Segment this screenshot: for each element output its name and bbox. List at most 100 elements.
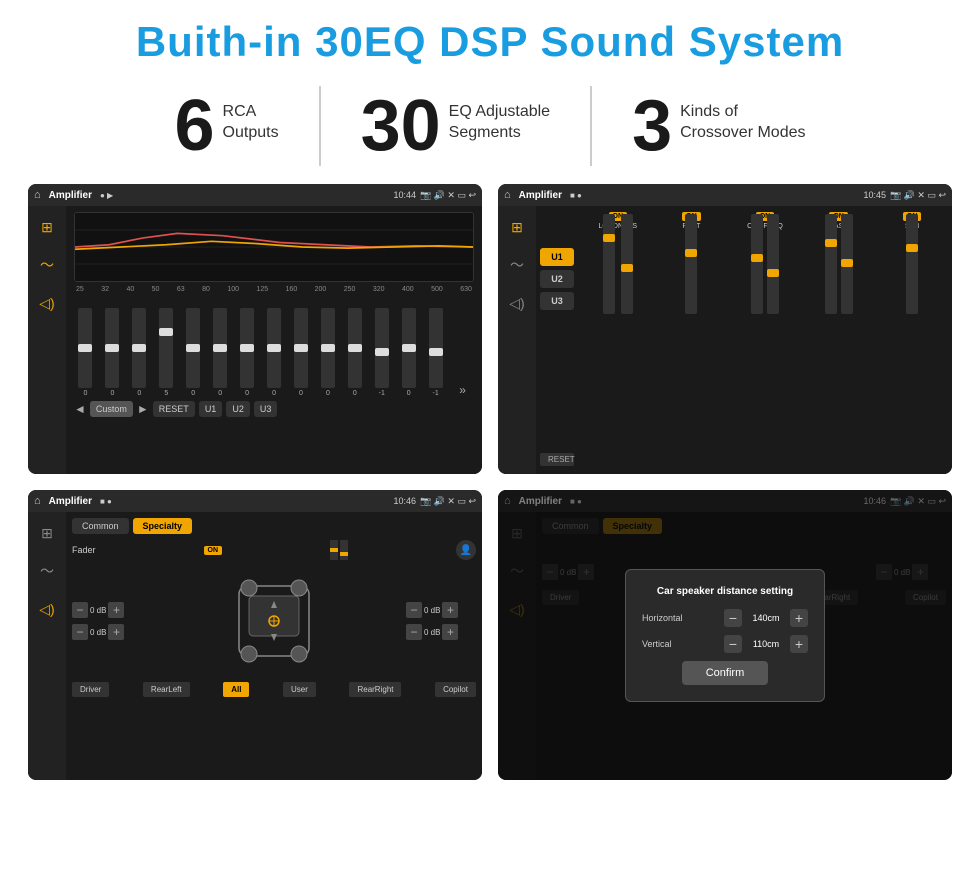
eq-content: ⊞ 〜 ◁): [28, 206, 482, 474]
rear-left-button[interactable]: RearLeft: [143, 682, 190, 697]
amp-wave-icon[interactable]: 〜: [506, 254, 528, 276]
left-rear-minus[interactable]: −: [72, 624, 88, 640]
phat-slider[interactable]: [685, 214, 697, 314]
eq-chart: [74, 212, 474, 282]
u1-preset-button[interactable]: U1: [540, 248, 574, 266]
slider-track-7[interactable]: [267, 308, 281, 388]
slider-col-4: 0: [182, 308, 205, 397]
fader-tune-icon[interactable]: ⊞: [36, 522, 58, 544]
custom-preset-button[interactable]: Custom: [90, 401, 133, 417]
sub-slider[interactable]: [906, 214, 918, 314]
next-preset-button[interactable]: ►: [137, 402, 149, 416]
right-front-minus[interactable]: −: [406, 602, 422, 618]
slider-track-8[interactable]: [294, 308, 308, 388]
fader-user-icon[interactable]: 👤: [456, 540, 476, 560]
eq-speaker-icon[interactable]: ◁): [36, 292, 58, 314]
slider-thumb-3: [159, 328, 173, 336]
slider-track-9[interactable]: [321, 308, 335, 388]
slider-track-2[interactable]: [132, 308, 146, 388]
horizontal-minus-button[interactable]: −: [724, 609, 742, 627]
eq-wave-icon[interactable]: 〜: [36, 254, 58, 276]
right-rear-minus[interactable]: −: [406, 624, 422, 640]
tab-specialty[interactable]: Specialty: [133, 518, 193, 534]
amp-content: ⊞ 〜 ◁) U1 U2 U3 RESET ON LOUDNESS: [498, 206, 952, 474]
slider-track-3[interactable]: [159, 308, 173, 388]
slider-col-5: 0: [209, 308, 232, 397]
left-front-plus[interactable]: +: [108, 602, 124, 618]
fader-speaker-icon[interactable]: ◁): [36, 598, 58, 620]
slider-track-12[interactable]: [402, 308, 416, 388]
screen3-status-bar: ⌂ Amplifier ■ ● 10:46 📷 🔊 ✕ ▭ ↩: [28, 490, 482, 512]
reset-button[interactable]: RESET: [153, 401, 195, 417]
slider-col-9: 0: [316, 308, 339, 397]
slider-track-1[interactable]: [105, 308, 119, 388]
amp-sidebar: ⊞ 〜 ◁): [498, 206, 536, 474]
driver-button[interactable]: Driver: [72, 682, 109, 697]
slider-track-4[interactable]: [186, 308, 200, 388]
u3-button[interactable]: U3: [254, 401, 278, 417]
vertical-plus-button[interactable]: +: [790, 635, 808, 653]
left-front-minus[interactable]: −: [72, 602, 88, 618]
right-front-plus[interactable]: +: [442, 602, 458, 618]
left-rear-plus[interactable]: +: [108, 624, 124, 640]
loudness-slider-2[interactable]: [621, 214, 633, 314]
loudness-control: ON LOUDNESS: [584, 212, 652, 468]
u2-button[interactable]: U2: [226, 401, 250, 417]
slider-thumb-1: [105, 344, 119, 352]
slider-col-8: 0: [290, 308, 313, 397]
slider-track-5[interactable]: [213, 308, 227, 388]
car-diagram-svg: [229, 566, 319, 676]
bass-thumb-2: [841, 259, 853, 267]
slider-col-13: -1: [424, 308, 447, 397]
sub-thumb: [906, 244, 918, 252]
slider-track-10[interactable]: [348, 308, 362, 388]
cutfreq-slider-2[interactable]: [767, 214, 779, 314]
stat-crossover-number: 3: [632, 90, 672, 162]
loudness-slider-1[interactable]: [603, 214, 615, 314]
bass-slider-2[interactable]: [841, 214, 853, 314]
slider-track-11[interactable]: [375, 308, 389, 388]
amp-speaker-icon[interactable]: ◁): [506, 292, 528, 314]
u1-button[interactable]: U1: [199, 401, 223, 417]
fader-content: ⊞ 〜 ◁) Common Specialty Fader ON 👤: [28, 512, 482, 780]
prev-preset-button[interactable]: ◄: [74, 402, 86, 416]
slider-thumb-2: [132, 344, 146, 352]
stats-row: 6 RCAOutputs 30 EQ AdjustableSegments 3 …: [0, 76, 980, 184]
tab-common[interactable]: Common: [72, 518, 129, 534]
all-button[interactable]: All: [223, 682, 249, 697]
slider-col-12: 0: [397, 308, 420, 397]
screen2-status-bar: ⌂ Amplifier ■ ● 10:45 📷 🔊 ✕ ▭ ↩: [498, 184, 952, 206]
slider-track-13[interactable]: [429, 308, 443, 388]
left-front-db-val: 0 dB: [90, 606, 106, 615]
distance-dialog: Car speaker distance setting Horizontal …: [625, 569, 825, 702]
fader-wave-icon[interactable]: 〜: [36, 560, 58, 582]
copilot-button[interactable]: Copilot: [435, 682, 476, 697]
bass-slider-1[interactable]: [825, 214, 837, 314]
amp-tune-icon[interactable]: ⊞: [506, 216, 528, 238]
right-front-db: − 0 dB +: [406, 602, 476, 618]
right-rear-plus[interactable]: +: [442, 624, 458, 640]
slider-track-6[interactable]: [240, 308, 254, 388]
user-button[interactable]: User: [283, 682, 316, 697]
screen-eq: ⌂ Amplifier ● ▶ 10:44 📷 🔊 ✕ ▭ ↩ ⊞ 〜 ◁): [28, 184, 482, 474]
rear-right-button[interactable]: RearRight: [349, 682, 401, 697]
eq-tune-icon[interactable]: ⊞: [36, 216, 58, 238]
slider-col-more: »: [451, 353, 474, 397]
left-controls: − 0 dB + − 0 dB +: [72, 602, 142, 640]
stat-crossover: 3 Kinds ofCrossover Modes: [592, 90, 845, 162]
fader-sliders-small: [330, 540, 348, 560]
u3-preset-button[interactable]: U3: [540, 292, 574, 310]
screen2-time: 10:45: [863, 190, 886, 200]
screen3-time: 10:46: [393, 496, 416, 506]
confirm-button[interactable]: Confirm: [682, 661, 769, 685]
amp-reset-button[interactable]: RESET: [540, 453, 574, 466]
u2-preset-button[interactable]: U2: [540, 270, 574, 288]
vertical-minus-button[interactable]: −: [724, 635, 742, 653]
stat-rca: 6 RCAOutputs: [135, 90, 319, 162]
bass-control: ON BASS: [805, 212, 873, 468]
right-front-db-val: 0 dB: [424, 606, 440, 615]
horizontal-plus-button[interactable]: +: [790, 609, 808, 627]
cutfreq-slider-1[interactable]: [751, 214, 763, 314]
screen1-status-bar: ⌂ Amplifier ● ▶ 10:44 📷 🔊 ✕ ▭ ↩: [28, 184, 482, 206]
slider-track-0[interactable]: [78, 308, 92, 388]
